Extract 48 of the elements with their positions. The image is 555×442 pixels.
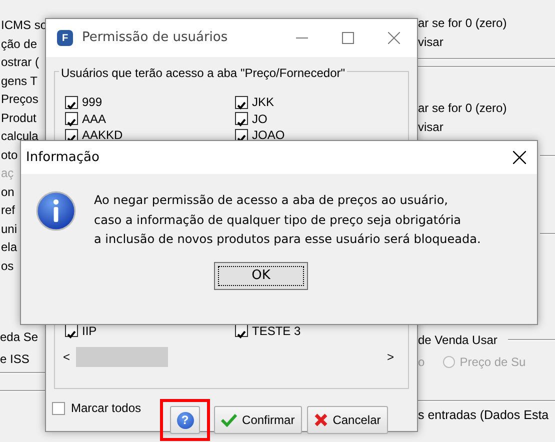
close-icon[interactable] xyxy=(512,151,526,164)
option-label: ar se for 0 (zero) xyxy=(418,100,507,117)
user-checkbox[interactable]: JKK xyxy=(235,94,385,110)
field-label: ref xyxy=(1,202,16,219)
checkmark-icon xyxy=(66,116,77,128)
option-label: visar xyxy=(418,118,444,136)
confirm-button[interactable]: Confirmar xyxy=(214,406,302,434)
scrollbar-thumb[interactable] xyxy=(76,347,168,367)
option-label: o xyxy=(418,354,425,371)
select-all-checkbox[interactable]: Marcar todos xyxy=(52,399,142,417)
checkmark-icon xyxy=(236,328,247,340)
user-checkbox[interactable]: JO xyxy=(235,110,385,127)
field-label: ção de xyxy=(1,36,38,52)
field-label: calcula xyxy=(1,128,38,145)
app-icon: F xyxy=(57,30,73,46)
field-label: ela xyxy=(1,239,18,256)
field-label: e ISS xyxy=(0,351,30,368)
checkmark-icon xyxy=(236,100,247,112)
field-label: uni xyxy=(1,220,18,238)
option-label: visar xyxy=(418,34,444,50)
field-label: Produt xyxy=(1,110,36,126)
field-label: on xyxy=(1,184,14,200)
user-checkbox[interactable]: AAA xyxy=(65,110,235,127)
field-label: os xyxy=(1,258,14,274)
user-checkbox[interactable]: 999 xyxy=(65,94,235,110)
checkmark-icon xyxy=(66,328,77,340)
scroll-left-button[interactable]: < xyxy=(57,348,76,366)
cross-icon xyxy=(314,413,328,427)
field-label: gens T xyxy=(1,72,38,90)
checkmark-icon xyxy=(236,116,247,128)
dialog-title: Informação xyxy=(26,148,100,167)
field-label: eda Se xyxy=(0,329,38,346)
field-label: s entradas (Dados Esta xyxy=(418,407,549,424)
field-label: ostrar ( xyxy=(1,54,40,71)
field-label: aç xyxy=(1,165,14,182)
check-icon xyxy=(221,413,238,427)
maximize-icon[interactable] xyxy=(342,32,354,44)
field-label: oto xyxy=(1,146,18,164)
cancel-button[interactable]: Cancelar xyxy=(306,406,388,434)
info-icon xyxy=(36,191,76,231)
option-label: ar se for 0 (zero) xyxy=(418,15,507,32)
info-message: Ao negar permissão de acesso a aba de preços ao usuário, caso a informação de qualquer tipo de preço seja obrigatória a inclusão de novos produtos para esse usuário será bloqueada. xyxy=(94,192,481,248)
field-label: Preços xyxy=(1,91,38,108)
group-label: de Venda Usar xyxy=(418,333,498,347)
scroll-right-button[interactable]: > xyxy=(380,348,400,366)
window-title: Permissão de usuários xyxy=(82,29,228,48)
checkmark-icon xyxy=(66,100,77,112)
ok-button[interactable]: OK xyxy=(214,262,308,290)
